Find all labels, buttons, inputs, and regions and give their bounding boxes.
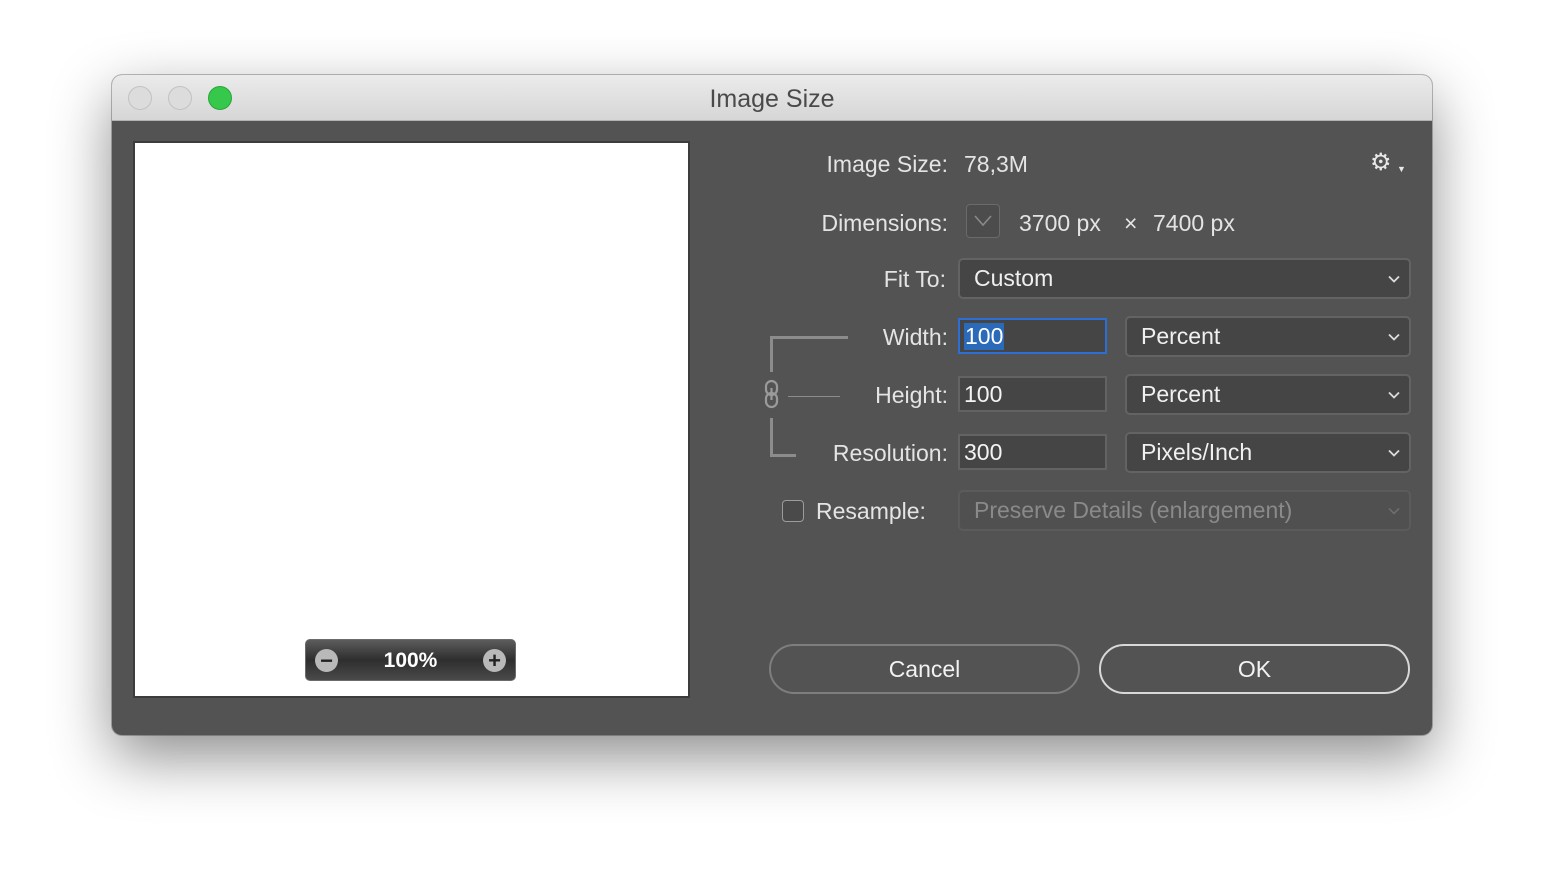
dimensions-height-value: 7400 px: [1153, 210, 1235, 236]
height-value: 100: [964, 380, 1003, 407]
settings-menu-button[interactable]: ⚙ ▼: [1370, 149, 1406, 176]
width-unit-value: Percent: [1141, 323, 1221, 349]
height-unit-value: Percent: [1141, 381, 1221, 407]
resample-method-select[interactable]: Preserve Details (enlargement): [958, 490, 1411, 531]
width-input[interactable]: 100: [958, 318, 1107, 354]
resample-method-value: Preserve Details (enlargement): [974, 497, 1293, 523]
plus-circle-icon: +: [488, 647, 501, 673]
preview-zoom-control: − 100% +: [305, 639, 516, 681]
resolution-unit-value: Pixels/Inch: [1141, 439, 1253, 465]
title-bar[interactable]: Image Size: [112, 75, 1432, 121]
image-size-dialog: Image Size − 100% + Image Size: 78,3M ⚙ ▼…: [112, 75, 1432, 735]
resample-label: Resample:: [816, 498, 926, 524]
resolution-value: 300: [964, 438, 1003, 465]
height-label: Height:: [875, 382, 948, 408]
constrain-bracket-top: [770, 336, 848, 339]
fit-to-value: Custom: [974, 265, 1054, 291]
height-input[interactable]: 100: [958, 376, 1107, 412]
caret-down-icon: ▼: [1397, 164, 1406, 174]
constrain-proportions-toggle[interactable]: [763, 379, 781, 414]
chevron-down-icon: [1388, 391, 1400, 399]
width-unit-select[interactable]: Percent: [1125, 316, 1411, 357]
constrain-bracket-top-vertical: [770, 336, 773, 372]
dimensions-unit-toggle[interactable]: [966, 204, 1000, 238]
height-unit-select[interactable]: Percent: [1125, 374, 1411, 415]
chevron-down-icon: [1388, 275, 1400, 283]
resolution-label: Resolution:: [832, 440, 948, 466]
resolution-input[interactable]: 300: [958, 434, 1107, 470]
chevron-down-icon: [974, 215, 992, 227]
zoom-in-button[interactable]: +: [483, 649, 506, 672]
chevron-down-icon: [1388, 333, 1400, 341]
chevron-down-icon: [1388, 449, 1400, 457]
constrain-bracket-middle: [788, 396, 840, 397]
resolution-unit-select[interactable]: Pixels/Inch: [1125, 432, 1411, 473]
width-label: Width:: [882, 324, 948, 350]
link-chain-icon: [764, 379, 779, 409]
chevron-down-icon: [1388, 507, 1400, 515]
image-size-value: 78,3M: [964, 151, 1028, 177]
constrain-bracket-bottom-vertical: [770, 418, 773, 456]
dimensions-times: ×: [1124, 210, 1138, 236]
fit-to-select[interactable]: Custom: [958, 258, 1411, 299]
dimensions-label: Dimensions:: [821, 210, 948, 236]
width-value: 100: [964, 322, 1005, 350]
ok-button[interactable]: OK: [1099, 644, 1410, 694]
gear-icon: ⚙: [1370, 149, 1392, 176]
window-title: Image Size: [709, 85, 835, 113]
resample-checkbox[interactable]: [782, 500, 804, 522]
cancel-button[interactable]: Cancel: [769, 644, 1080, 694]
image-preview[interactable]: − 100% +: [133, 141, 690, 698]
fit-to-label: Fit To:: [883, 266, 946, 292]
constrain-bracket-bottom: [770, 454, 796, 457]
dimensions-width-value: 3700 px: [1019, 210, 1101, 236]
image-size-label: Image Size:: [826, 151, 948, 177]
